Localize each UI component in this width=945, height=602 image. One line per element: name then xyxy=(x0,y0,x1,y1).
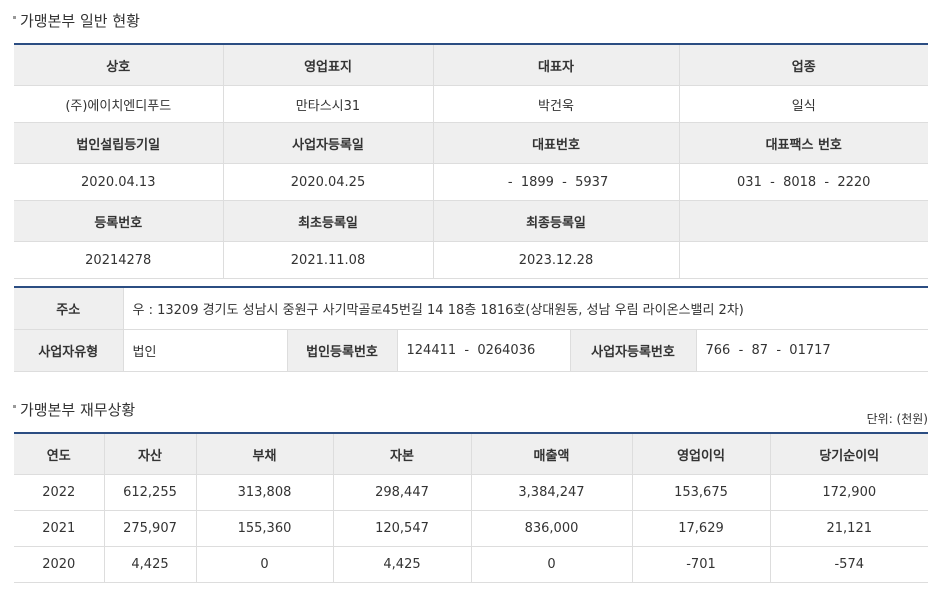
cell-liabilities: 313,808 xyxy=(196,474,334,511)
fax-value: 031 - 8018 - 2220 xyxy=(679,163,928,201)
ceo-value: 박건욱 xyxy=(433,85,680,123)
table-row: 20214278 2021.11.08 2023.12.28 xyxy=(14,241,928,279)
table-header-row: 법인설립등기일 사업자등록일 대표번호 대표팩스 번호 xyxy=(14,122,928,164)
bullet-icon xyxy=(13,405,16,408)
corp-no-value: 124411 - 0264036 xyxy=(397,329,571,372)
phone-value: - 1899 - 5937 xyxy=(433,163,680,201)
general-info-table: 상호 영업표지 대표자 업종 (주)에이치엔디푸드 만타스시31 박건욱 일식 … xyxy=(14,43,928,279)
address-table: 주소 우 : 13209 경기도 성남시 중원구 사기막골로45번길 14 18… xyxy=(14,286,928,372)
header-revenue: 매출액 xyxy=(471,433,633,475)
bullet-icon xyxy=(13,16,16,19)
cell-year: 2022 xyxy=(14,474,105,511)
cell-year: 2021 xyxy=(14,510,105,547)
header-first-reg-date: 최초등록일 xyxy=(223,200,434,242)
biz-type-value: 법인 xyxy=(123,329,288,372)
table-header-row: 연도 자산 부채 자본 매출액 영업이익 당기순이익 xyxy=(14,433,928,475)
cell-revenue: 3,384,247 xyxy=(471,474,633,511)
biz-reg-date-value: 2020.04.25 xyxy=(223,163,434,201)
header-fax: 대표팩스 번호 xyxy=(679,122,928,164)
header-liabilities: 부채 xyxy=(196,433,334,475)
header-reg-no: 등록번호 xyxy=(14,200,224,242)
cell-revenue: 836,000 xyxy=(471,510,633,547)
address-value: 우 : 13209 경기도 성남시 중원구 사기막골로45번길 14 18층 1… xyxy=(123,287,928,330)
header-net-income: 당기순이익 xyxy=(770,433,928,475)
header-incorporation-date: 법인설립등기일 xyxy=(14,122,224,164)
biz-type-label: 사업자유형 xyxy=(14,329,124,372)
finance-table: 연도 자산 부채 자본 매출액 영업이익 당기순이익 2022 612,255 … xyxy=(14,432,928,583)
header-equity: 자본 xyxy=(333,433,472,475)
header-brand: 영업표지 xyxy=(223,44,434,86)
reg-no-value: 20214278 xyxy=(14,241,224,279)
header-biz-reg-date: 사업자등록일 xyxy=(223,122,434,164)
table-row: 2021 275,907 155,360 120,547 836,000 17,… xyxy=(14,510,928,547)
cell-net-income: 172,900 xyxy=(770,474,928,511)
header-operating-income: 영업이익 xyxy=(632,433,771,475)
table-row: 주소 우 : 13209 경기도 성남시 중원구 사기막골로45번길 14 18… xyxy=(14,287,928,330)
incorporation-date-value: 2020.04.13 xyxy=(14,163,224,201)
cell-liabilities: 0 xyxy=(196,546,334,583)
header-industry: 업종 xyxy=(679,44,928,86)
table-header-row: 등록번호 최초등록일 최종등록일 xyxy=(14,200,928,242)
company-name-value: (주)에이치엔디푸드 xyxy=(14,85,224,123)
cell-assets: 275,907 xyxy=(104,510,197,547)
header-company-name: 상호 xyxy=(14,44,224,86)
cell-equity: 4,425 xyxy=(333,546,472,583)
header-last-reg-date: 최종등록일 xyxy=(433,200,680,242)
corp-no-label: 법인등록번호 xyxy=(287,329,398,372)
address-label: 주소 xyxy=(14,287,124,330)
unit-label: 단위: (천원) xyxy=(866,412,928,426)
table-row: 2020 4,425 0 4,425 0 -701 -574 xyxy=(14,546,928,583)
biz-no-label: 사업자등록번호 xyxy=(570,329,697,372)
cell-assets: 4,425 xyxy=(104,546,197,583)
empty-value xyxy=(679,241,928,279)
table-row: 2022 612,255 313,808 298,447 3,384,247 1… xyxy=(14,474,928,511)
brand-value: 만타스시31 xyxy=(223,85,434,123)
cell-net-income: 21,121 xyxy=(770,510,928,547)
cell-year: 2020 xyxy=(14,546,105,583)
table-row: (주)에이치엔디푸드 만타스시31 박건욱 일식 xyxy=(14,85,928,123)
cell-assets: 612,255 xyxy=(104,474,197,511)
cell-equity: 298,447 xyxy=(333,474,472,511)
general-title-text: 가맹본부 일반 현황 xyxy=(20,12,140,30)
header-empty xyxy=(679,200,928,242)
header-assets: 자산 xyxy=(104,433,197,475)
cell-revenue: 0 xyxy=(471,546,633,583)
finance-section-title: 가맹본부 재무상황 xyxy=(13,399,135,420)
last-reg-date-value: 2023.12.28 xyxy=(433,241,680,279)
industry-value: 일식 xyxy=(679,85,928,123)
table-row: 사업자유형 법인 법인등록번호 124411 - 0264036 사업자등록번호… xyxy=(14,329,928,372)
cell-operating-income: -701 xyxy=(632,546,771,583)
table-row: 2020.04.13 2020.04.25 - 1899 - 5937 031 … xyxy=(14,163,928,201)
cell-liabilities: 155,360 xyxy=(196,510,334,547)
cell-operating-income: 153,675 xyxy=(632,474,771,511)
biz-no-value: 766 - 87 - 01717 xyxy=(696,329,928,372)
finance-title-text: 가맹본부 재무상황 xyxy=(20,401,136,419)
cell-equity: 120,547 xyxy=(333,510,472,547)
first-reg-date-value: 2021.11.08 xyxy=(223,241,434,279)
cell-net-income: -574 xyxy=(770,546,928,583)
cell-operating-income: 17,629 xyxy=(632,510,771,547)
table-header-row: 상호 영업표지 대표자 업종 xyxy=(14,44,928,86)
header-ceo: 대표자 xyxy=(433,44,680,86)
header-phone: 대표번호 xyxy=(433,122,680,164)
general-section-title: 가맹본부 일반 현황 xyxy=(13,10,140,31)
header-year: 연도 xyxy=(14,433,105,475)
